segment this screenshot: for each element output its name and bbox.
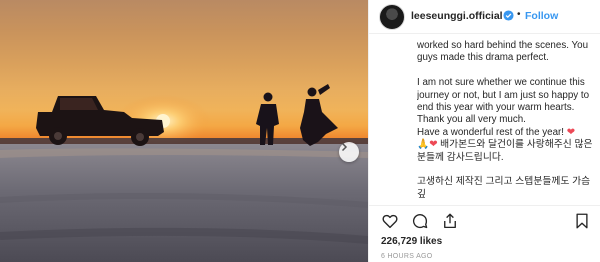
heart-emoji-icon: ❤ [429, 139, 438, 151]
action-bar [369, 205, 600, 231]
heart-outline-icon[interactable] [381, 212, 399, 230]
post-header: leeseunggi.official • Follow [369, 0, 600, 34]
caption-paragraph: I am not sure whether we continue this j… [417, 77, 590, 126]
follow-button[interactable]: Follow [525, 10, 558, 22]
caption-text: Have a wonderful rest of the year! [417, 126, 565, 138]
likes-count[interactable]: 226,729 likes [381, 236, 442, 247]
sunset-beach-scene [0, 84, 368, 262]
heart-emoji-icon: ❤ [566, 126, 575, 138]
next-photo-button[interactable] [339, 142, 359, 162]
separator-dot: • [517, 9, 521, 20]
caption-line: Have a wonderful rest of the year! ❤ [417, 127, 599, 139]
verified-badge-icon [503, 10, 514, 21]
post-photo[interactable] [0, 0, 368, 262]
hands-emoji-icon: 🙏 [417, 139, 430, 151]
username-link[interactable]: leeseunggi.official [411, 10, 503, 22]
bookmark-icon[interactable] [573, 212, 591, 230]
chevron-right-icon [341, 142, 348, 152]
caption-paragraph: 고생하신 제작진 그리고 스텝분들께도 가슴깊 [417, 176, 591, 200]
caption-paragraph: worked so hard behind the scenes. You gu… [417, 40, 589, 64]
person-silhouette [256, 92, 279, 145]
avatar[interactable] [379, 4, 405, 30]
caption-korean-line: 🙏❤ 배가본드와 달건이를 사랑해주신 많은 분들께 감사드립니다. [417, 139, 599, 164]
caption-text: 배가본드와 달건이를 사랑해주신 많은 분들께 감사드립니다. [417, 139, 593, 163]
post-timestamp[interactable]: 6 HOURS AGO [381, 253, 433, 260]
post-details-panel: leeseunggi.official • Follow worked so h… [368, 0, 600, 262]
share-icon[interactable] [441, 212, 459, 230]
post-caption: worked so hard behind the scenes. You gu… [417, 40, 599, 200]
comment-bubble-icon[interactable] [411, 212, 429, 230]
person-silhouette [300, 84, 338, 146]
